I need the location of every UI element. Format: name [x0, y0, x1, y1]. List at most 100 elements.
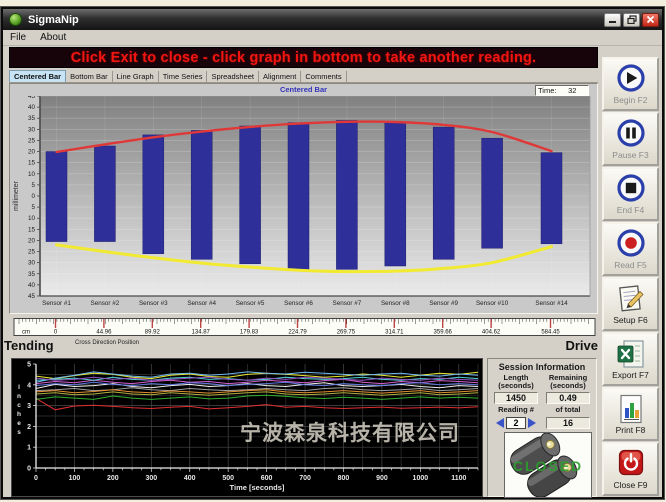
minimize-icon — [608, 15, 617, 24]
excel-icon — [614, 338, 648, 370]
svg-text:40: 40 — [28, 282, 36, 289]
svg-text:404.62: 404.62 — [482, 330, 501, 336]
svg-text:400: 400 — [184, 475, 196, 482]
reading-prev-button[interactable] — [496, 418, 504, 428]
begin-f2-button[interactable]: Begin F2 — [602, 57, 659, 111]
svg-text:2: 2 — [27, 424, 31, 431]
tab-spreadsheet[interactable]: Spreadsheet — [207, 71, 259, 82]
svg-text:269.75: 269.75 — [337, 330, 356, 336]
svg-text:Sensor #6: Sensor #6 — [284, 300, 313, 307]
play-icon — [614, 63, 648, 95]
length-label: Length (seconds) — [490, 374, 542, 391]
svg-text:s: s — [17, 429, 21, 436]
svg-text:1: 1 — [27, 445, 31, 452]
svg-text:Cross Direction Position: Cross Direction Position — [75, 340, 139, 346]
svg-text:30: 30 — [28, 260, 36, 267]
end-f4-button[interactable]: End F4 — [602, 167, 659, 221]
svg-text:224.79: 224.79 — [288, 330, 307, 336]
svg-text:I: I — [18, 384, 20, 391]
close-f9-label: Close F9 — [613, 480, 647, 490]
svg-text:44.96: 44.96 — [96, 330, 112, 336]
centered-bar-chart: 45403530252015105051015202530354045milli… — [10, 96, 597, 313]
svg-text:e: e — [17, 420, 21, 427]
svg-text:700: 700 — [299, 475, 311, 482]
svg-text:200: 200 — [107, 475, 119, 482]
print-f8-button[interactable]: Print F8 — [602, 387, 659, 441]
svg-text:35: 35 — [28, 271, 36, 278]
session-title: Session Information — [490, 362, 594, 372]
svg-text:359.66: 359.66 — [434, 330, 453, 336]
chart-panel: Centered Bar Time: 32 454035302520151050… — [9, 83, 598, 314]
pause-f3-button[interactable]: Pause F3 — [602, 112, 659, 166]
svg-text:25: 25 — [28, 249, 36, 256]
tab-centered-bar[interactable]: Centered Bar — [9, 70, 66, 82]
svg-text:millimeter: millimeter — [13, 180, 20, 211]
menu-item-about[interactable]: About — [33, 32, 73, 43]
minimize-button[interactable] — [604, 13, 621, 27]
svg-text:0: 0 — [34, 475, 38, 482]
export-f7-button[interactable]: Export F7 — [602, 332, 659, 386]
alert-banner: Click Exit to close - click graph in bot… — [9, 47, 598, 68]
remaining-value: 0.49 — [546, 392, 590, 404]
svg-text:4: 4 — [27, 382, 31, 389]
svg-text:900: 900 — [376, 475, 388, 482]
svg-text:45: 45 — [28, 293, 36, 300]
restore-button[interactable] — [623, 13, 640, 27]
reading-label: Reading # — [490, 406, 542, 416]
restore-icon — [627, 15, 637, 24]
reading-next-button[interactable] — [528, 418, 536, 428]
svg-text:1100: 1100 — [451, 475, 466, 482]
svg-text:h: h — [17, 411, 21, 418]
svg-text:Sensor #8: Sensor #8 — [381, 300, 410, 307]
svg-text:15: 15 — [28, 160, 36, 167]
svg-text:Sensor #2: Sensor #2 — [91, 300, 120, 307]
svg-text:Sensor #3: Sensor #3 — [139, 300, 168, 307]
tab-line-graph[interactable]: Line Graph — [113, 71, 159, 82]
read-f5-button[interactable]: Read F5 — [602, 222, 659, 276]
svg-text:c: c — [17, 402, 21, 409]
tab-alignment[interactable]: Alignment — [259, 71, 301, 82]
svg-text:Sensor #1: Sensor #1 — [42, 300, 71, 307]
total-label: of total — [542, 406, 594, 416]
svg-text:1000: 1000 — [413, 475, 429, 482]
print-f8-label: Print F8 — [616, 425, 646, 435]
chart-title: Centered Bar — [10, 85, 597, 94]
window-title: SigmaNip — [28, 14, 602, 26]
record-icon — [614, 228, 648, 260]
time-value: 32 — [556, 86, 588, 95]
svg-text:20: 20 — [28, 237, 36, 244]
svg-text:Sensor #7: Sensor #7 — [333, 300, 362, 307]
setup-f6-button[interactable]: Setup F6 — [602, 277, 659, 331]
end-f4-label: End F4 — [617, 205, 644, 215]
time-display: Time: 32 — [535, 85, 589, 96]
close-button[interactable] — [642, 13, 659, 27]
setup-f6-label: Setup F6 — [613, 315, 648, 325]
export-f7-label: Export F7 — [612, 370, 649, 380]
close-f9-button[interactable]: Close F9 — [602, 442, 659, 496]
svg-text:89.92: 89.92 — [145, 330, 161, 336]
pause-icon — [614, 118, 648, 150]
roller-status-text: CLOSED — [513, 458, 583, 474]
close-icon — [646, 15, 655, 24]
svg-text:584.45: 584.45 — [541, 330, 560, 336]
pause-f3-label: Pause F3 — [612, 150, 648, 160]
svg-text:Sensor #10: Sensor #10 — [476, 300, 509, 307]
app-logo-icon — [9, 13, 22, 26]
svg-text:Sensor #9: Sensor #9 — [429, 300, 458, 307]
tab-bottom-bar[interactable]: Bottom Bar — [66, 71, 113, 82]
trend-chart-panel[interactable]: 0100200300400500600700800900100011000123… — [11, 358, 483, 497]
svg-text:5: 5 — [31, 204, 35, 211]
trend-chart[interactable]: 0100200300400500600700800900100011000123… — [12, 359, 482, 496]
svg-text:25: 25 — [28, 137, 36, 144]
svg-text:134.87: 134.87 — [192, 330, 211, 336]
menu-item-file[interactable]: File — [3, 32, 33, 43]
svg-text:45: 45 — [28, 96, 36, 100]
svg-text:10: 10 — [28, 215, 36, 222]
tab-comments[interactable]: Comments — [301, 71, 346, 82]
print-chart-icon — [614, 393, 648, 425]
reading-stepper: 2 — [490, 417, 542, 429]
tab-time-series[interactable]: Time Series — [159, 71, 208, 82]
stop-icon — [614, 173, 648, 205]
svg-text:Sensor #5: Sensor #5 — [236, 300, 265, 307]
read-f5-label: Read F5 — [614, 260, 647, 270]
